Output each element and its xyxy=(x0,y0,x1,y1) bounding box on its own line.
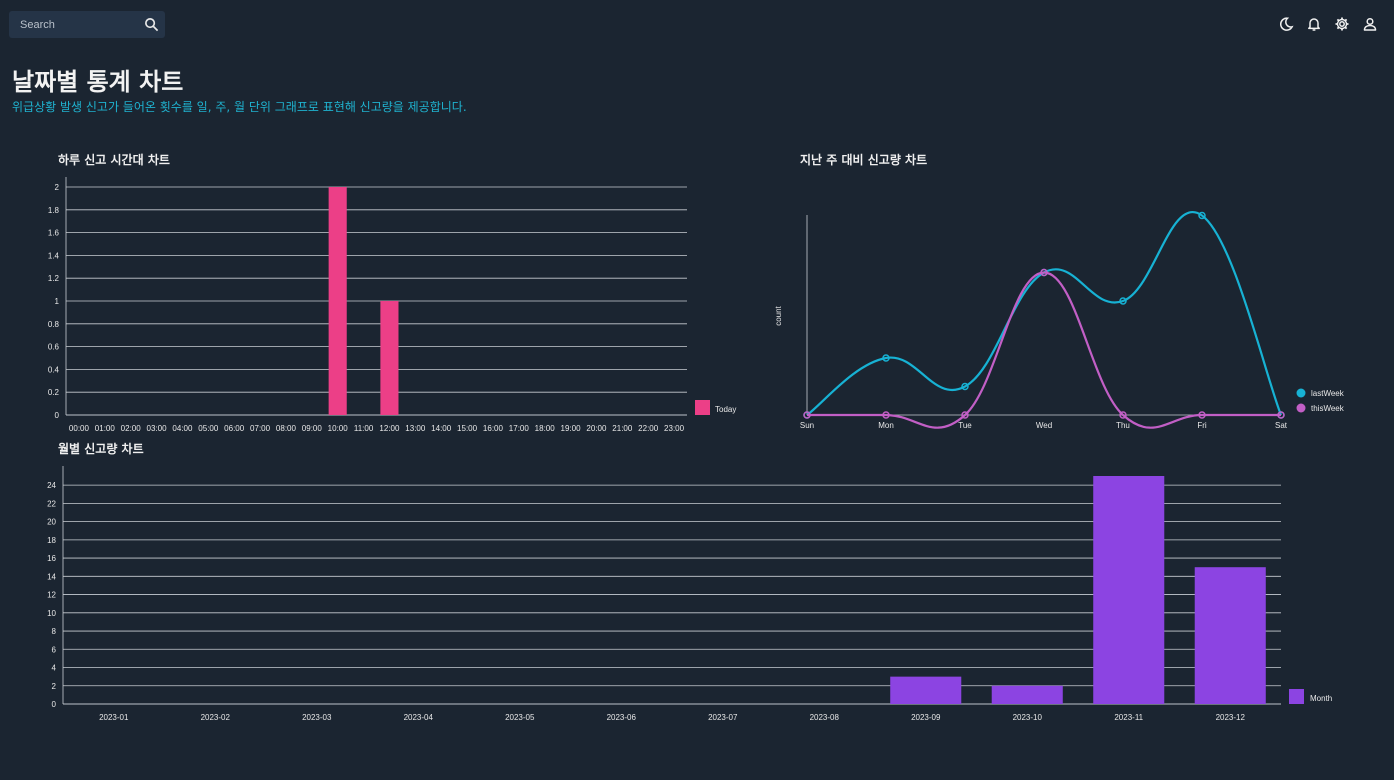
hourly-bar xyxy=(380,301,399,415)
hourly-xtick-label: 04:00 xyxy=(172,424,193,433)
hourly-xtick-label: 11:00 xyxy=(354,424,374,433)
monthly-legend-swatch xyxy=(1289,689,1304,704)
hourly-xtick-label: 09:00 xyxy=(302,424,323,433)
hourly-legend-label: Today xyxy=(715,405,736,414)
weekly-series-line-lastWeek xyxy=(806,211,1283,416)
monthly-ytick-label: 24 xyxy=(47,481,56,490)
monthly-ytick-label: 2 xyxy=(52,682,57,691)
hourly-xtick-label: 02:00 xyxy=(121,424,142,433)
hourly-legend-swatch xyxy=(695,400,710,415)
weekly-xtick-label: Sun xyxy=(800,421,814,430)
weekly-xtick-label: Fri xyxy=(1197,421,1207,430)
hourly-xtick-label: 23:00 xyxy=(664,424,685,433)
hourly-xtick-label: 15:00 xyxy=(457,424,478,433)
hourly-xtick-label: 21:00 xyxy=(612,424,633,433)
monthly-xtick-label: 2023-09 xyxy=(911,713,941,722)
monthly-xtick-label: 2023-04 xyxy=(404,713,434,722)
hourly-xtick-label: 16:00 xyxy=(483,424,504,433)
hourly-ytick-label: 2 xyxy=(55,183,60,192)
weekly-xtick-label: Sat xyxy=(1275,421,1288,430)
hourly-ytick-label: 1.6 xyxy=(48,229,60,238)
hourly-bar xyxy=(328,187,347,415)
monthly-xtick-label: 2023-02 xyxy=(201,713,231,722)
monthly-ytick-label: 10 xyxy=(47,609,56,618)
monthly-xtick-label: 2023-08 xyxy=(810,713,840,722)
monthly-bar xyxy=(1093,476,1165,704)
hourly-ytick-label: 0.6 xyxy=(48,343,60,352)
hourly-xtick-label: 14:00 xyxy=(431,424,452,433)
monthly-ytick-label: 14 xyxy=(47,572,56,581)
monthly-xtick-label: 2023-12 xyxy=(1216,713,1246,722)
monthly-ytick-label: 6 xyxy=(52,645,57,654)
hourly-xtick-label: 10:00 xyxy=(328,424,349,433)
hourly-xtick-label: 00:00 xyxy=(69,424,90,433)
monthly-ytick-label: 22 xyxy=(47,499,56,508)
hourly-ytick-label: 1.2 xyxy=(48,274,60,283)
hourly-ytick-label: 1.8 xyxy=(48,206,60,215)
hourly-xtick-label: 12:00 xyxy=(379,424,400,433)
monthly-ytick-label: 20 xyxy=(47,518,56,527)
hourly-xtick-label: 19:00 xyxy=(561,424,582,433)
monthly-xtick-label: 2023-11 xyxy=(1114,713,1143,722)
weekly-legend-label: thisWeek xyxy=(1311,404,1345,413)
weekly-y-axis-label: count xyxy=(774,305,783,325)
hourly-xtick-label: 05:00 xyxy=(198,424,219,433)
monthly-bar xyxy=(1194,567,1266,704)
hourly-ytick-label: 0.8 xyxy=(48,320,60,329)
weekly-xtick-label: Wed xyxy=(1036,421,1052,430)
monthly-ytick-label: 8 xyxy=(52,627,57,636)
hourly-ytick-label: 1 xyxy=(55,297,60,306)
weekly-xtick-label: Mon xyxy=(878,421,894,430)
hourly-xtick-label: 22:00 xyxy=(638,424,659,433)
hourly-xtick-label: 03:00 xyxy=(147,424,168,433)
hourly-xtick-label: 08:00 xyxy=(276,424,297,433)
hourly-ytick-label: 0.4 xyxy=(48,365,60,374)
monthly-xtick-label: 2023-06 xyxy=(607,713,637,722)
monthly-ytick-label: 4 xyxy=(52,664,57,673)
hourly-xtick-label: 07:00 xyxy=(250,424,271,433)
hourly-xtick-label: 06:00 xyxy=(224,424,245,433)
monthly-ytick-label: 0 xyxy=(52,700,57,709)
monthly-xtick-label: 2023-03 xyxy=(302,713,332,722)
hourly-ytick-label: 0 xyxy=(55,411,60,420)
hourly-xtick-label: 01:00 xyxy=(95,424,116,433)
weekly-legend-dot-lastWeek xyxy=(1296,388,1306,398)
hourly-xtick-label: 17:00 xyxy=(509,424,530,433)
monthly-xtick-label: 2023-01 xyxy=(99,713,129,722)
hourly-xtick-label: 18:00 xyxy=(535,424,556,433)
monthly-ytick-label: 16 xyxy=(47,554,56,563)
hourly-ytick-label: 1.4 xyxy=(48,251,60,260)
monthly-xtick-label: 2023-05 xyxy=(505,713,535,722)
monthly-bar xyxy=(890,676,962,704)
weekly-xtick-label: Tue xyxy=(958,421,972,430)
monthly-legend-label: Month xyxy=(1310,694,1332,703)
weekly-series-line-thisWeek xyxy=(807,271,1281,429)
weekly-xtick-label: Thu xyxy=(1116,421,1130,430)
hourly-xtick-label: 20:00 xyxy=(586,424,607,433)
weekly-legend-dot-thisWeek xyxy=(1296,403,1306,413)
monthly-ytick-label: 18 xyxy=(47,536,56,545)
hourly-xtick-label: 13:00 xyxy=(405,424,426,433)
monthly-xtick-label: 2023-10 xyxy=(1013,713,1043,722)
monthly-xtick-label: 2023-07 xyxy=(708,713,738,722)
monthly-ytick-label: 12 xyxy=(47,591,56,600)
hourly-ytick-label: 0.2 xyxy=(48,388,60,397)
charts-canvas: 0 0.2 0.4 0.6 0.8 1 1.2 1.4 1.6 1.8 2 00:00 01:00 02:… xyxy=(47,177,1345,722)
monthly-bar xyxy=(991,685,1063,704)
weekly-legend-label: lastWeek xyxy=(1311,389,1345,398)
